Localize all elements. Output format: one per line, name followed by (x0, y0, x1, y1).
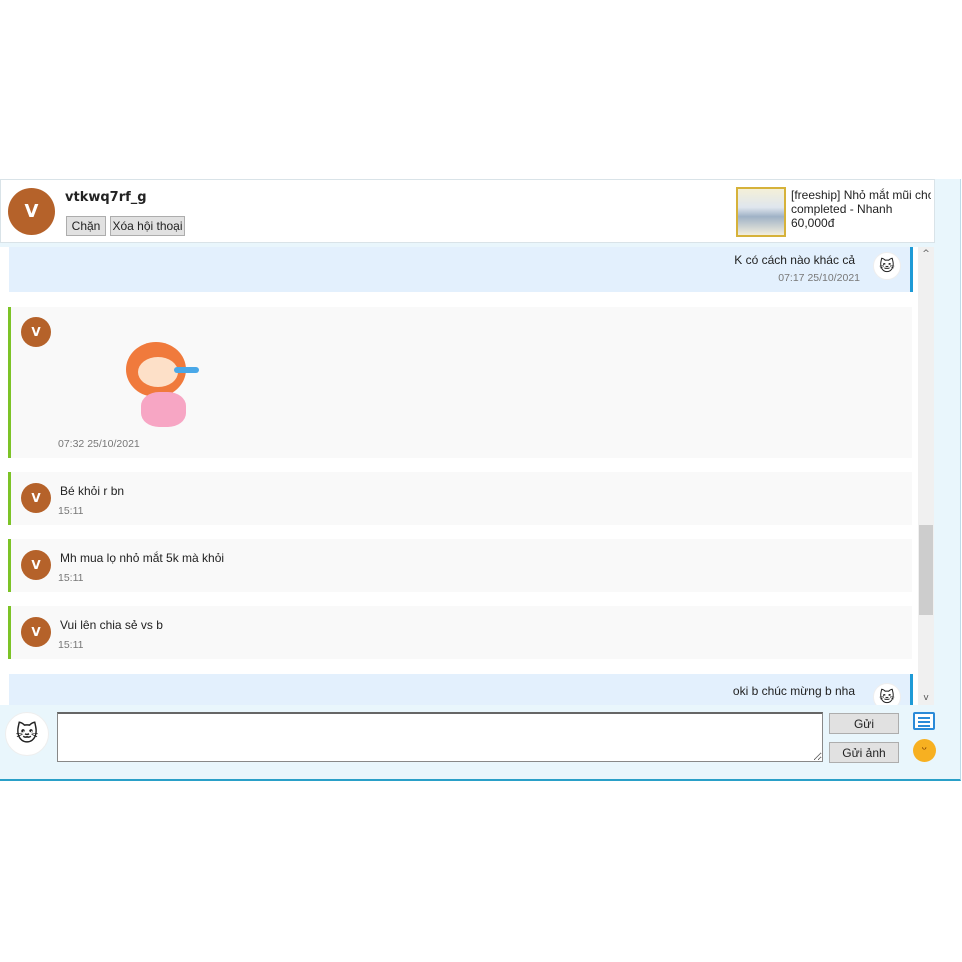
crying-girl-sticker (116, 337, 206, 432)
block-button[interactable]: Chặn (66, 216, 106, 236)
shop-avatar-icon: 🐱 (873, 252, 901, 280)
scroll-down-icon[interactable]: v (918, 693, 934, 703)
message-time: 15:11 (58, 572, 84, 584)
message-input[interactable] (57, 712, 823, 762)
message-incoming: V Vui lên chia sẻ vs b 15:11 (8, 606, 912, 659)
username: vtkwq7rf_g (65, 190, 147, 205)
message-text: K có cách nào khác cả (734, 253, 855, 267)
product-info[interactable]: [freeship] Nhỏ mắt mũi cho c completed -… (791, 188, 931, 230)
user-avatar: V (21, 483, 51, 513)
message-list: K có cách nào khác cả 07:17 25/10/2021 🐱… (0, 247, 918, 705)
message-time: 15:11 (58, 639, 84, 651)
message-text: Bé khỏi r bn (60, 484, 125, 498)
shop-avatar-icon: 🐱 (5, 712, 49, 756)
user-avatar: V (8, 188, 55, 235)
send-button[interactable]: Gửi (829, 713, 899, 734)
quick-reply-icon[interactable] (913, 712, 935, 730)
message-incoming: V 07:32 25/10/2021 (8, 307, 912, 458)
product-status: completed - Nhanh (791, 202, 893, 216)
user-avatar: V (21, 317, 51, 347)
message-time: 07:17 25/10/2021 (778, 272, 860, 284)
delete-conversation-button[interactable]: Xóa hội thoại (110, 216, 185, 236)
chat-window: V vtkwq7rf_g Chặn Xóa hội thoại [freeshi… (0, 179, 961, 781)
send-image-button[interactable]: Gửi ảnh (829, 742, 899, 763)
message-text: Vui lên chia sẻ vs b (60, 618, 163, 632)
message-outgoing: K có cách nào khác cả 07:17 25/10/2021 🐱 (9, 247, 913, 292)
message-incoming: V Bé khỏi r bn 15:11 (8, 472, 912, 525)
user-avatar: V (21, 617, 51, 647)
user-avatar: V (21, 550, 51, 580)
chat-header: V vtkwq7rf_g Chặn Xóa hội thoại [freeshi… (0, 179, 935, 243)
message-incoming: V Mh mua lọ nhỏ mắt 5k mà khỏi 15:11 (8, 539, 912, 592)
message-time: 07:32 25/10/2021 (58, 438, 140, 450)
emoji-icon[interactable]: ᵕ (913, 739, 936, 762)
message-outgoing: oki b chúc mừng b nha 🐱 (9, 674, 913, 705)
product-title: [freeship] Nhỏ mắt mũi cho c (791, 188, 931, 202)
message-text: Mh mua lọ nhỏ mắt 5k mà khỏi (60, 551, 225, 565)
scrollbar-thumb[interactable] (919, 525, 933, 615)
scrollbar[interactable]: ^ v (918, 247, 934, 705)
message-time: 15:11 (58, 505, 84, 517)
message-text: oki b chúc mừng b nha (732, 684, 855, 698)
shop-avatar-icon: 🐱 (873, 683, 901, 705)
product-price: 60,000đ (791, 216, 835, 230)
scroll-up-icon[interactable]: ^ (918, 249, 934, 259)
product-thumbnail[interactable] (736, 187, 786, 237)
